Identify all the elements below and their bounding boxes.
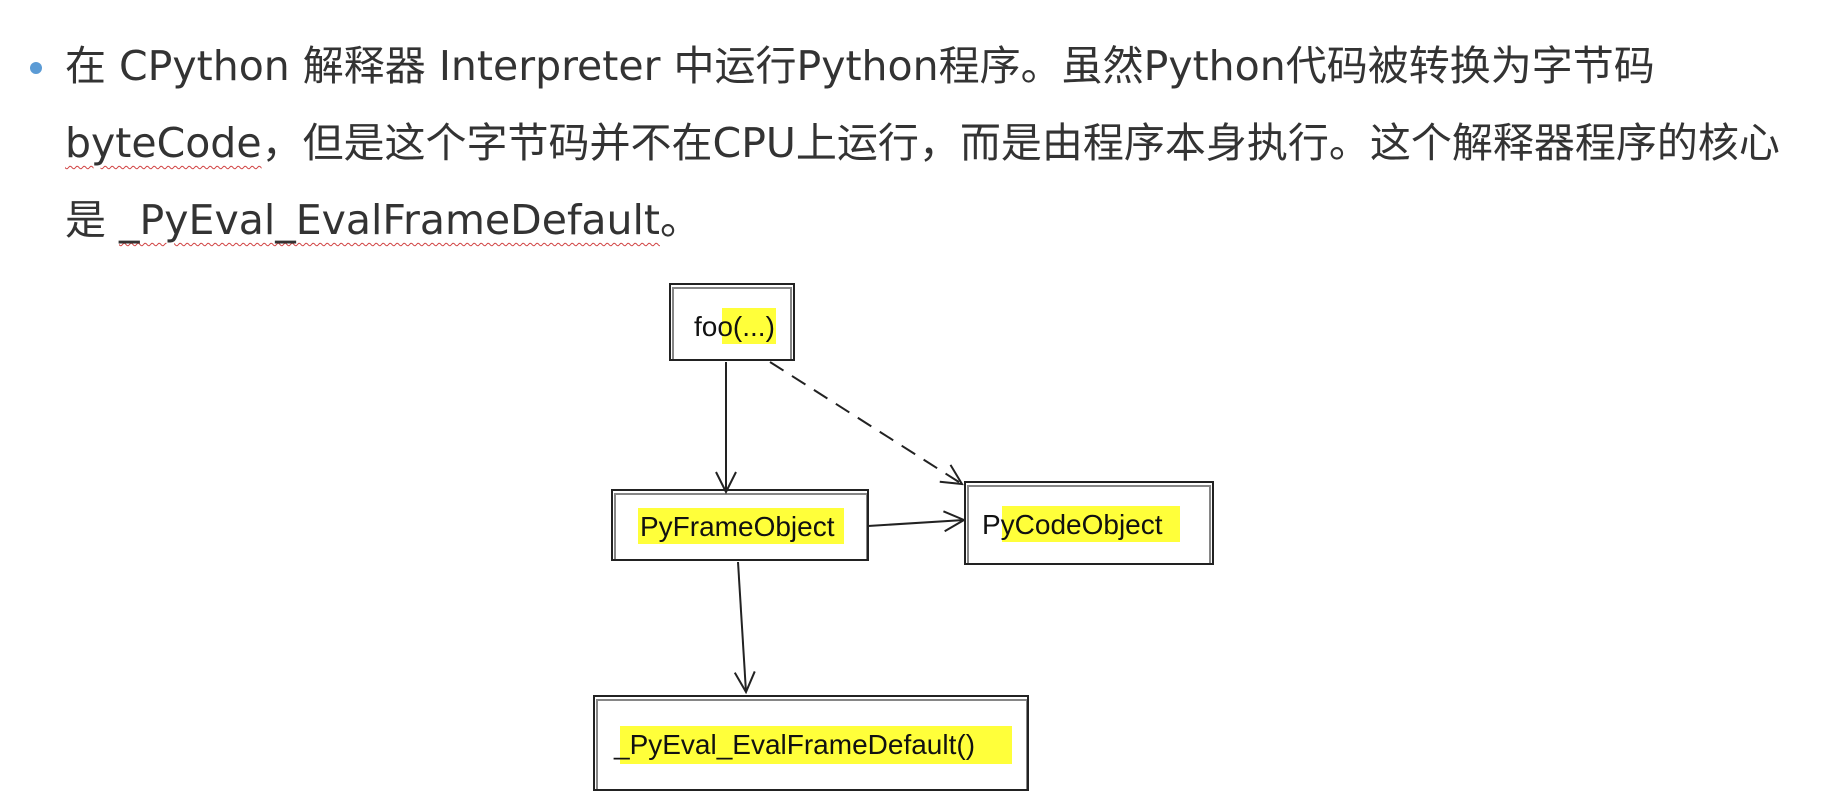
node-eval-label: _PyEval_EvalFrameDefault()	[613, 729, 975, 760]
edge-frame-to-eval	[738, 561, 746, 692]
node-frame-label: PyFrameObject	[640, 511, 835, 542]
node-code-label: PyCodeObject	[982, 509, 1163, 540]
node-code: PyCodeObject	[964, 481, 1214, 565]
call-flow-diagram: foo(...) PyFrameObject PyCodeObject _PyE…	[593, 283, 1214, 791]
edge-frame-to-code	[867, 520, 964, 526]
node-frame: PyFrameObject	[611, 489, 869, 561]
edge-foo-to-code	[769, 361, 962, 484]
node-eval: _PyEval_EvalFrameDefault()	[593, 695, 1029, 791]
node-foo-label: foo(...)	[694, 311, 775, 342]
node-foo: foo(...)	[669, 283, 795, 361]
